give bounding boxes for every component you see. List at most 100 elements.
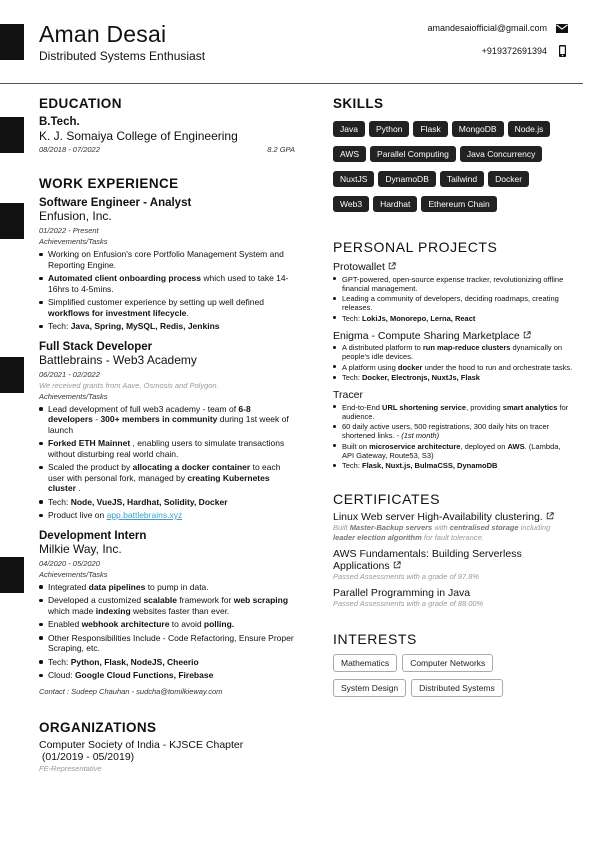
organization-name: Computer Society of India - KJSCE Chapte…	[39, 738, 244, 751]
organizations-section: ORGANIZATIONS Computer Society of India …	[39, 720, 295, 773]
certificates-section: CERTIFICATES Linux Web server High-Avail…	[333, 491, 573, 608]
certificate-description: Passed Assessments with a grade of 88.00…	[333, 599, 484, 608]
external-link-icon	[546, 512, 554, 520]
job-role: Full Stack Developer	[39, 340, 153, 353]
interest-tag: System Design	[333, 679, 407, 697]
interest-tag: Mathematics	[333, 654, 398, 672]
project-title: Tracer	[333, 389, 363, 401]
list-item: Lead development of full web3 academy - …	[39, 404, 295, 436]
reference-contact: Contact : Sudeep Chauhan - sudcha@tomilk…	[39, 686, 223, 696]
job-entry: Full Stack Developer Battlebrains - Web3…	[39, 341, 295, 521]
skill-tag: Ethereum Chain	[421, 196, 497, 212]
certificate-entry: Parallel Programming in Java Passed Asse…	[333, 587, 573, 608]
list-item: Automated client onboarding process whic…	[39, 273, 295, 294]
external-link-icon	[388, 262, 396, 270]
list-item: Product live on app.battlebrains.xyz	[39, 510, 295, 521]
job-role: Software Engineer - Analyst	[39, 197, 192, 209]
skill-tag: Java	[333, 121, 365, 137]
list-item: A platform using docker under the hood t…	[333, 363, 573, 372]
education-section: EDUCATION B.Tech. K. J. Somaiya College …	[39, 96, 295, 154]
interests-section: INTERESTS Mathematics Computer Networks Sy…	[333, 631, 573, 703]
section-title: PERSONAL PROJECTS	[333, 239, 498, 255]
certificate-title[interactable]: AWS Fundamentals: Building Serverless Ap…	[333, 548, 573, 572]
organization-role: FE-Representative	[39, 763, 102, 773]
work-section: WORK EXPERIENCE Software Engineer - Anal…	[39, 176, 295, 696]
certificate-description: Passed Assessments with a grade of 97.8%	[333, 572, 480, 581]
gpa: 8.2 GPA	[267, 145, 295, 154]
project-bullets: A distributed platform to run map-reduce…	[333, 343, 573, 382]
list-item: End-to-End URL shortening service, provi…	[333, 403, 573, 421]
list-item: 60 daily active users, 500 registrations…	[333, 422, 573, 440]
job-marker	[0, 357, 24, 393]
project-bullets: End-to-End URL shortening service, provi…	[333, 403, 573, 470]
list-item: Working on Enfusion's core Portfolio Man…	[39, 249, 295, 270]
phone-text: +919372691394	[481, 46, 547, 56]
candidate-name: Aman Desai	[39, 21, 167, 47]
skill-tag: Tailwind	[439, 171, 485, 187]
job-marker	[0, 203, 24, 239]
project-entry: Tracer End-to-End URL shortening service…	[333, 389, 573, 470]
list-item: Other Responsibilities Include - Code Re…	[39, 633, 295, 654]
project-entry: Enigma - Compute Sharing Marketplace A d…	[333, 330, 573, 382]
skill-tag: MongoDB	[451, 121, 504, 137]
list-item: Leading a community of developers, decid…	[333, 294, 573, 312]
job-role: Development Intern	[39, 529, 147, 542]
certificate-description: Built Master-Backup servers with central…	[333, 523, 551, 542]
skill-tag: Node.js	[507, 121, 551, 137]
product-link[interactable]: app.battlebrains.xyz	[107, 510, 183, 520]
section-title: CERTIFICATES	[333, 491, 441, 507]
list-item: Scaled the product by allocating a docke…	[39, 462, 295, 494]
list-item: Enabled webhook architecture to avoid po…	[39, 619, 295, 630]
section-title: EDUCATION	[39, 96, 122, 111]
job-entry: Development Intern Milkie Way, Inc. 04/2…	[39, 530, 295, 696]
job-note: We received grants from Aave, Osmosis an…	[39, 380, 219, 390]
skill-tag: Flask	[413, 121, 448, 137]
job-subheading: Achievements/Tasks	[39, 569, 108, 579]
list-item: Cloud: Google Cloud Functions, Firebase	[39, 670, 295, 681]
school-name: K. J. Somaiya College of Engineering	[39, 129, 238, 143]
list-item: Tech: Docker, Electronjs, NuxtJs, Flask	[333, 373, 573, 382]
skill-tag: Python	[368, 121, 410, 137]
project-entry: Protowallet GPT-powered, open-source exp…	[333, 261, 573, 323]
certificate-entry: AWS Fundamentals: Building Serverless Ap…	[333, 548, 573, 581]
list-item: Tech: Java, Spring, MySQL, Redis, Jenkin…	[39, 321, 295, 332]
list-item: A distributed platform to run map-reduce…	[333, 343, 573, 361]
interest-tag: Distributed Systems	[411, 679, 503, 697]
section-title: ORGANIZATIONS	[39, 719, 157, 735]
job-dates: 06/2021 - 02/2022	[39, 369, 100, 379]
project-title[interactable]: Protowallet	[333, 261, 573, 273]
projects-section: PERSONAL PROJECTS Protowallet GPT-powere…	[333, 239, 573, 470]
left-column: EDUCATION B.Tech. K. J. Somaiya College …	[39, 96, 295, 773]
list-item: GPT-powered, open-source expense tracker…	[333, 275, 573, 293]
skill-tag: AWS	[333, 146, 367, 162]
email-text: amandesaiofficial@gmail.com	[427, 23, 547, 33]
right-column: SKILLS Java Python Flask MongoDB Node.jsAWS P…	[333, 96, 573, 703]
list-item: Integrated data pipelines to pump in dat…	[39, 582, 295, 593]
certificate-title: Parallel Programming in Java	[333, 587, 471, 599]
skill-tag: Hardhat	[373, 196, 418, 212]
skill-tag: Java Concurrency	[459, 146, 543, 162]
skills-list: Java Python Flask MongoDB Node.js AWS Parallel…	[333, 119, 568, 219]
job-entry: Software Engineer - Analyst Enfusion, In…	[39, 197, 295, 332]
job-company: Enfusion, Inc.	[39, 209, 112, 223]
education-dates: 08/2018 - 07/2022	[39, 145, 100, 154]
job-company: Battlebrains - Web3 Academy	[39, 352, 197, 367]
job-subheading: Achievements/Tasks	[39, 391, 108, 401]
project-title[interactable]: Enigma - Compute Sharing Marketplace	[333, 330, 573, 342]
list-item: Developed a customized scalable framewor…	[39, 595, 295, 616]
mobile-phone-icon	[559, 45, 566, 57]
interest-tag: Computer Networks	[402, 654, 494, 672]
list-item: Simplified customer experience by settin…	[39, 297, 295, 318]
skills-section: SKILLS Java Python Flask MongoDB Node.js AWS P…	[333, 96, 573, 219]
certificate-title[interactable]: Linux Web server High-Availability clust…	[333, 511, 573, 523]
degree: B.Tech.	[39, 116, 80, 128]
job-company: Milkie Way, Inc.	[39, 541, 122, 556]
list-item: Tech: Python, Flask, NodeJS, Cheerio	[39, 657, 295, 668]
job-bullets: Integrated data pipelines to pump in dat…	[39, 582, 295, 681]
certificate-entry: Linux Web server High-Availability clust…	[333, 511, 573, 542]
job-marker	[0, 557, 24, 593]
list-item: Tech: LokiJs, Monorepo, Lerna, React	[333, 314, 573, 323]
skill-tag: Docker	[488, 171, 530, 187]
project-bullets: GPT-powered, open-source expense tracker…	[333, 275, 573, 323]
envelope-icon	[556, 24, 568, 33]
